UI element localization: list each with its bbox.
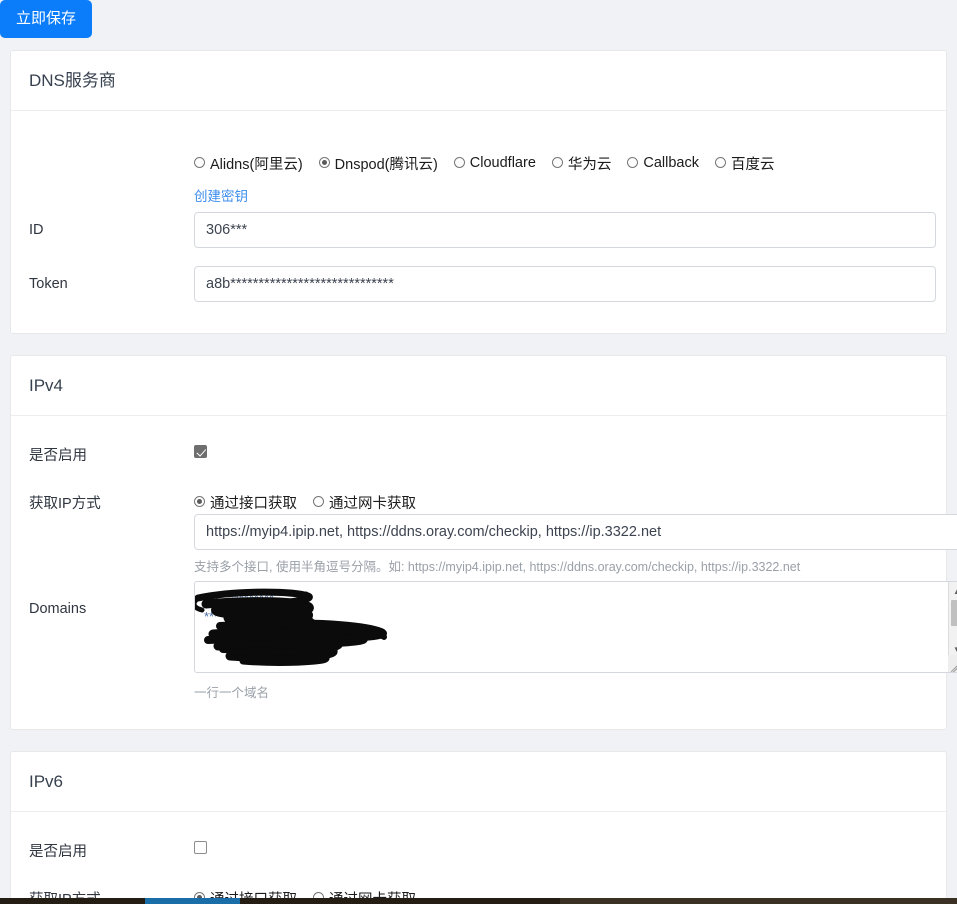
taskbar-right-region bbox=[560, 898, 957, 904]
dns-card-title: DNS服务商 bbox=[11, 51, 946, 111]
ipv4-radio-interface-label: 通过接口获取 bbox=[210, 496, 297, 512]
radio-baiducloud[interactable]: 百度云 bbox=[715, 153, 775, 174]
ipv6-card: IPv6 是否启用 获取IP方式 通过接口获取 通过网卡获取 bbox=[10, 751, 947, 904]
radio-callback-label: Callback bbox=[643, 155, 699, 172]
token-label: Token bbox=[29, 276, 68, 292]
radio-alidns[interactable]: Alidns(阿里云) bbox=[194, 153, 303, 174]
ipv6-enable-checkbox[interactable] bbox=[194, 841, 207, 854]
radio-callback[interactable]: Callback bbox=[627, 155, 699, 172]
ipv4-card: IPv4 是否启用 获取IP方式 通过接口获取 通过网卡获取 https://m… bbox=[10, 355, 957, 730]
ipv4-domains-text: na*********** ******** *** bbox=[204, 590, 275, 624]
ipv4-radio-netcard-label: 通过网卡获取 bbox=[329, 496, 416, 512]
ipv4-radio-interface-indicator[interactable] bbox=[194, 496, 205, 508]
save-button[interactable]: 立即保存 bbox=[0, 0, 93, 38]
taskbar bbox=[0, 898, 957, 904]
create-key-link[interactable]: 创建密钥 bbox=[194, 189, 248, 204]
ipv4-url-hint: 支持多个接口, 使用半角逗号分隔。如: https://myip4.ipip.n… bbox=[194, 560, 801, 574]
ipv4-getip-label: 获取IP方式 bbox=[29, 496, 101, 512]
token-input[interactable] bbox=[194, 266, 936, 302]
scrollbar-thumb[interactable] bbox=[951, 600, 957, 626]
dns-provider-radio-group: Alidns(阿里云) Dnspod(腾讯云) Cloudflare 华为云 C… bbox=[194, 153, 775, 174]
id-label: ID bbox=[29, 222, 44, 238]
radio-cloudflare-label: Cloudflare bbox=[469, 155, 536, 172]
ipv6-enable-checkbox-wrap bbox=[194, 841, 207, 859]
taskbar-active-item[interactable] bbox=[145, 898, 240, 904]
ipv4-enable-label: 是否启用 bbox=[29, 448, 87, 464]
ipv4-card-body: 是否启用 获取IP方式 通过接口获取 通过网卡获取 支持多 bbox=[11, 416, 957, 729]
ipv6-card-body: 是否启用 获取IP方式 通过接口获取 通过网卡获取 bbox=[11, 812, 946, 904]
radio-huaweicloud-indicator[interactable] bbox=[551, 157, 563, 169]
ipv4-radio-netcard[interactable]: 通过网卡获取 bbox=[313, 492, 416, 513]
token-input-wrap bbox=[194, 266, 936, 302]
radio-dnspod-indicator[interactable] bbox=[318, 157, 330, 169]
ipv4-card-title: IPv4 bbox=[11, 356, 946, 416]
radio-dnspod[interactable]: Dnspod(腾讯云) bbox=[318, 153, 438, 174]
ipv4-domains-hint: 一行一个域名 bbox=[194, 686, 270, 700]
ipv4-enable-checkbox[interactable] bbox=[194, 445, 207, 458]
ipv4-domains-label: Domains bbox=[29, 601, 87, 617]
scroll-up-icon[interactable]: ▲ bbox=[949, 584, 957, 599]
ipv4-getip-radio-group: 通过接口获取 通过网卡获取 bbox=[194, 492, 416, 513]
radio-cloudflare[interactable]: Cloudflare bbox=[453, 155, 536, 172]
radio-baiducloud-indicator[interactable] bbox=[715, 157, 726, 169]
dns-card-body: Alidns(阿里云) Dnspod(腾讯云) Cloudflare 华为云 C… bbox=[11, 111, 946, 333]
ipv6-enable-label: 是否启用 bbox=[29, 844, 87, 860]
id-input[interactable] bbox=[194, 212, 936, 248]
create-key-link-wrap: 创建密钥 bbox=[194, 185, 248, 206]
radio-dnspod-label: Dnspod(腾讯云) bbox=[334, 157, 438, 173]
ipv4-url-input-wrap bbox=[194, 514, 957, 550]
textarea-resize-handle[interactable] bbox=[948, 655, 957, 672]
radio-callback-indicator[interactable] bbox=[627, 157, 639, 169]
radio-huaweicloud-label: 华为云 bbox=[567, 157, 612, 173]
radio-alidns-indicator[interactable] bbox=[194, 157, 205, 169]
radio-baiducloud-label: 百度云 bbox=[731, 157, 775, 173]
radio-cloudflare-indicator[interactable] bbox=[453, 157, 465, 169]
dns-provider-card: DNS服务商 Alidns(阿里云) Dnspod(腾讯云) Cloudflar… bbox=[10, 50, 947, 334]
radio-huaweicloud[interactable]: 华为云 bbox=[551, 153, 612, 174]
ipv4-url-input[interactable] bbox=[194, 514, 957, 550]
ipv4-domains-textarea[interactable]: na*********** ******** *** ▲ ▼ bbox=[194, 581, 957, 673]
ipv6-card-title: IPv6 bbox=[11, 752, 946, 812]
ipv4-radio-netcard-indicator[interactable] bbox=[313, 496, 324, 508]
ipv4-enable-checkbox-wrap bbox=[194, 445, 207, 463]
toolbar: 立即保存 bbox=[0, 0, 93, 38]
radio-alidns-label: Alidns(阿里云) bbox=[210, 157, 303, 173]
ipv4-domains-textarea-wrap: na*********** ******** *** ▲ ▼ bbox=[194, 581, 957, 673]
id-input-wrap bbox=[194, 212, 936, 248]
ipv4-radio-interface[interactable]: 通过接口获取 bbox=[194, 492, 297, 513]
page-root: 立即保存 DNS服务商 Alidns(阿里云) Dnspod(腾讯云) Clou… bbox=[0, 0, 957, 904]
